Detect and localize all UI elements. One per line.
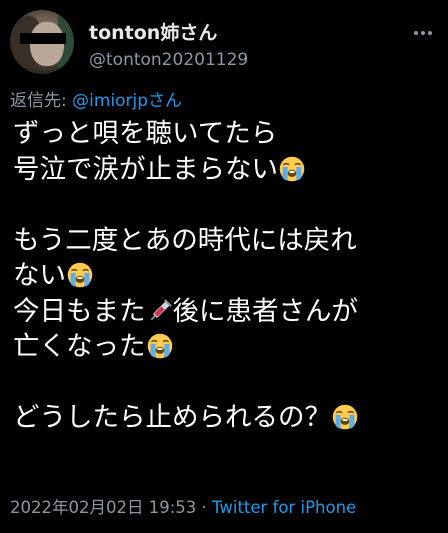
tweet-line: 今日もまた 後に患者さんが <box>13 295 358 327</box>
loudly-crying-face-emoji-icon <box>332 404 358 430</box>
loudly-crying-face-emoji-icon <box>67 262 93 288</box>
tweet-source-link[interactable]: Twitter for iPhone <box>212 498 356 517</box>
avatar[interactable] <box>10 10 74 74</box>
tweet-line: ない <box>13 258 438 294</box>
tweet-card: tonton姉さん @tonton20201129 返信先: @imiorjpさ… <box>0 0 448 533</box>
footer-separator: · <box>196 498 213 517</box>
loudly-crying-face-emoji-icon <box>279 156 305 182</box>
syringe-emoji-icon <box>147 298 173 324</box>
tweet-footer: 2022年02月02日 19:53 · Twitter for iPhone <box>10 494 356 518</box>
tweet-line: 号泣で涙が止まらない <box>13 152 438 188</box>
tweet-header: tonton姉さん @tonton20201129 <box>10 8 438 78</box>
user-handle[interactable]: @tonton20201129 <box>89 50 248 70</box>
tweet-line: もう二度とあの時代には戻れ <box>13 224 357 256</box>
display-name[interactable]: tonton姉さん <box>89 18 217 45</box>
reply-context: 返信先: @imiorjpさん <box>10 86 182 111</box>
reply-prefix: 返信先: <box>10 91 73 111</box>
tweet-line: 亡くなった <box>13 329 438 365</box>
loudly-crying-face-emoji-icon <box>147 333 173 359</box>
reply-mention-link[interactable]: @imiorjpさん <box>72 91 182 111</box>
tweet-text: ずっと唄を聴いてたら 号泣で涙が止まらない もう二度とあの時代には戻れ ない 今… <box>13 116 438 436</box>
tweet-timestamp[interactable]: 2022年02月02日 19:53 <box>10 498 196 517</box>
tweet-line: どうしたら止められるの？ <box>13 400 438 436</box>
more-options-icon[interactable] <box>412 22 434 44</box>
tweet-line: ずっと唄を聴いてたら <box>13 118 278 149</box>
